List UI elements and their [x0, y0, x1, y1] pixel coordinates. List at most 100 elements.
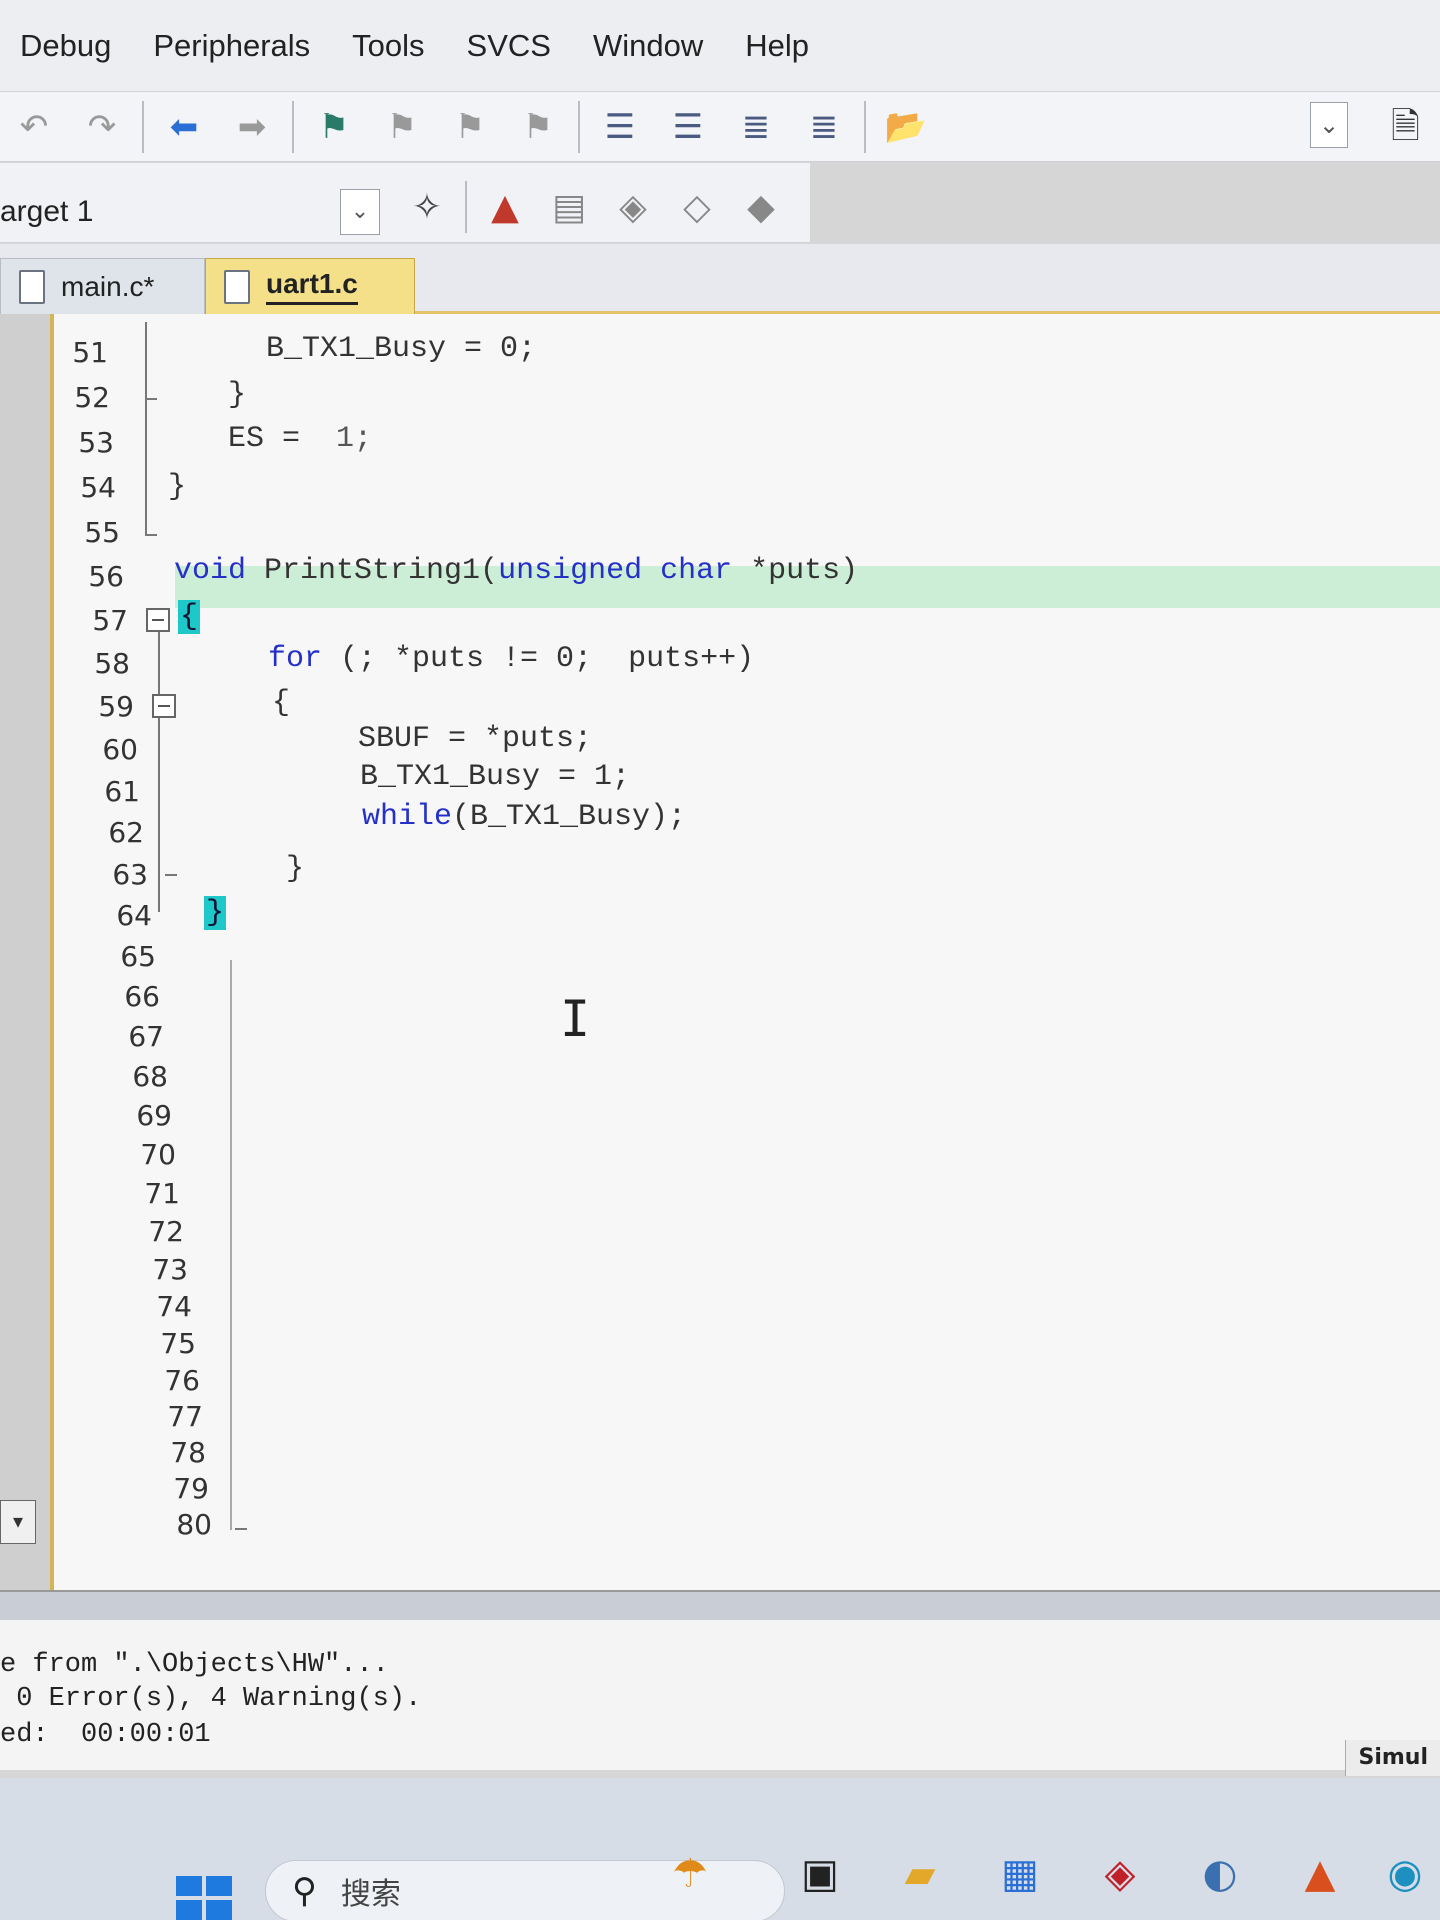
- fold-end-marker: [165, 874, 177, 876]
- windows-start-icon[interactable]: [176, 1876, 232, 1920]
- code-keyword: char: [660, 554, 733, 588]
- unindent-icon[interactable]: ☰: [662, 101, 714, 153]
- code-line-58: for (; *puts != 0; puts++): [268, 642, 754, 676]
- output-panel-splitter[interactable]: [0, 1590, 1440, 1620]
- line-number: 66: [124, 980, 160, 1013]
- matlab-icon[interactable]: ▲: [1290, 1844, 1350, 1904]
- code-keyword: unsigned: [498, 554, 643, 588]
- build-output-line: ed: 00:00:01: [0, 1720, 211, 1750]
- menu-peripherals[interactable]: Peripherals: [153, 28, 310, 64]
- menu-window[interactable]: Window: [593, 28, 703, 64]
- status-mode: Simul: [1345, 1740, 1440, 1776]
- line-number: 54: [80, 471, 116, 504]
- project-panel-edge: [0, 314, 50, 1590]
- search-label: 搜索: [340, 1877, 401, 1912]
- select-software-packs-icon[interactable]: ◇: [671, 181, 723, 233]
- toolbar-separator: [465, 181, 467, 233]
- main-toolbar: ↶ ↷ ⬅ ➡ ⚑ ⚑ ⚑ ⚑ ☰ ☰ ≣ ≣ 📂 ⌄ 🗎: [0, 92, 1440, 162]
- line-number: 79: [173, 1472, 209, 1505]
- menu-debug[interactable]: Debug: [20, 28, 111, 64]
- manage-components-icon[interactable]: ▲: [479, 181, 531, 233]
- line-number: 58: [94, 647, 130, 680]
- code-keyword: while: [362, 800, 453, 834]
- code-line-59: {: [272, 686, 291, 720]
- build-output-panel: e from ".\Objects\HW"... 0 Error(s), 4 W…: [0, 1620, 1440, 1770]
- indent-icon[interactable]: ☰: [594, 101, 646, 153]
- fold-end-marker: [235, 1528, 247, 1530]
- line-number: 72: [148, 1215, 184, 1248]
- toolbar-separator: [864, 100, 866, 153]
- code-line-64: }: [204, 896, 227, 930]
- file-explorer-icon[interactable]: ▰: [890, 1844, 950, 1904]
- toolbar-separator: [292, 100, 294, 153]
- redo-icon[interactable]: ↷: [76, 101, 128, 153]
- line-number: 52: [74, 381, 110, 414]
- menu-bar: Debug Peripherals Tools SVCS Window Help: [0, 0, 1440, 92]
- weather-widget-icon[interactable]: ☂: [660, 1844, 720, 1904]
- file-icon: [224, 269, 250, 304]
- manage-runtime-icon[interactable]: ◆: [735, 181, 787, 233]
- scroll-down-chevron-icon[interactable]: ▾: [0, 1500, 36, 1544]
- code-keyword: for: [268, 642, 323, 676]
- line-number: 71: [144, 1177, 180, 1210]
- navigate-forward-icon[interactable]: ➡: [226, 101, 278, 153]
- find-in-files-icon[interactable]: 🗎: [1391, 100, 1420, 161]
- code-line-53: ES = 1;: [228, 422, 372, 456]
- fold-collapse-icon[interactable]: [146, 608, 170, 632]
- python-icon[interactable]: ◐: [1190, 1844, 1250, 1904]
- open-folder-icon[interactable]: 📂: [880, 101, 932, 153]
- line-number: 63: [112, 858, 148, 891]
- line-number: 62: [108, 816, 144, 849]
- menu-help[interactable]: Help: [745, 28, 809, 64]
- build-toolbar-icons: ✧ ▲ ▤ ◈ ◇ ◆: [395, 181, 793, 233]
- line-number: 53: [78, 426, 114, 459]
- undo-icon[interactable]: ↶: [8, 101, 60, 153]
- line-number: 74: [156, 1290, 192, 1323]
- bookmark-next-icon[interactable]: ⚑: [444, 101, 496, 153]
- code-line-54: }: [168, 470, 187, 504]
- fold-line: [158, 632, 160, 912]
- build-toolbar: arget 1 ⌄ ✧ ▲ ▤ ◈ ◇ ◆: [0, 163, 810, 243]
- task-view-icon[interactable]: ▣: [790, 1844, 850, 1904]
- bookmark-prev-icon[interactable]: ⚑: [376, 101, 428, 153]
- target-dropdown-chevron-icon[interactable]: ⌄: [340, 189, 380, 235]
- bookmark-clear-icon[interactable]: ⚑: [512, 101, 564, 153]
- file-icon: [19, 269, 45, 304]
- uncomment-icon[interactable]: ≣: [798, 101, 850, 153]
- line-number: 57: [92, 604, 128, 637]
- code-token: 1;: [336, 422, 373, 456]
- line-number: 75: [160, 1327, 196, 1360]
- search-icon: ⚲: [292, 1871, 317, 1911]
- tab-uart1-c[interactable]: uart1.c: [205, 258, 415, 314]
- line-number: 61: [104, 775, 140, 808]
- file-extensions-icon[interactable]: ▤: [543, 181, 595, 233]
- code-line-56: void PrintString1(unsigned char *puts): [174, 554, 858, 588]
- line-number: 51: [72, 336, 108, 369]
- code-line-52: }: [228, 378, 247, 412]
- navigate-back-icon[interactable]: ⬅: [158, 101, 210, 153]
- code-editor[interactable]: [50, 314, 1440, 1590]
- tab-label: main.c*: [61, 270, 155, 302]
- mcafee-icon[interactable]: ◈: [1090, 1844, 1150, 1904]
- tab-main-c[interactable]: main.c*: [0, 258, 205, 314]
- build-output-line: 0 Error(s), 4 Warning(s).: [0, 1684, 422, 1714]
- line-number: 76: [164, 1364, 200, 1397]
- code-token: PrintString1(: [246, 554, 499, 588]
- line-number: 56: [88, 560, 124, 593]
- menu-tools[interactable]: Tools: [352, 28, 424, 64]
- line-number: 73: [152, 1253, 188, 1286]
- toolbar-separator: [142, 100, 144, 153]
- microsoft-store-icon[interactable]: ▦: [990, 1844, 1050, 1904]
- comment-icon[interactable]: ≣: [730, 101, 782, 153]
- fold-collapse-icon[interactable]: [152, 694, 176, 718]
- target-select-value[interactable]: arget 1: [0, 195, 93, 229]
- menu-svcs[interactable]: SVCS: [467, 28, 551, 64]
- toolbar-separator: [578, 100, 580, 153]
- bookmark-toggle-icon[interactable]: ⚑: [308, 101, 360, 153]
- find-dropdown-chevron-icon[interactable]: ⌄: [1310, 102, 1348, 148]
- code-line-61: B_TX1_Busy = 1;: [360, 760, 631, 794]
- target-options-wand-icon[interactable]: ✧: [401, 181, 453, 233]
- edge-browser-icon[interactable]: ◉: [1375, 1844, 1435, 1904]
- code-keyword: void: [174, 554, 247, 588]
- pack-installer-icon[interactable]: ◈: [607, 181, 659, 233]
